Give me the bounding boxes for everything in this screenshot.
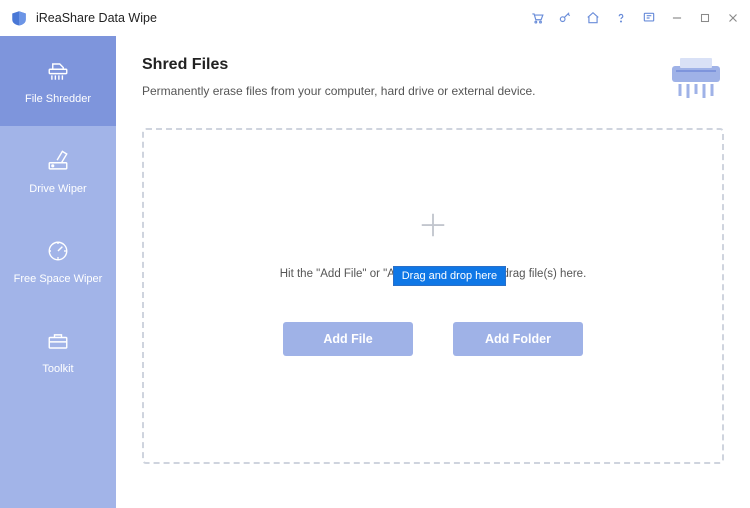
toolkit-icon: [44, 327, 72, 355]
add-file-button[interactable]: Add File: [283, 322, 413, 356]
add-folder-button[interactable]: Add Folder: [453, 322, 583, 356]
dropzone[interactable]: Hit the "Add File" or "Add Folder" butto…: [142, 128, 724, 464]
maximize-icon[interactable]: [698, 11, 712, 25]
header-row: Shred Files Permanently erase files from…: [142, 56, 724, 102]
sidebar-item-label: File Shredder: [25, 93, 91, 105]
app-logo-icon: [10, 9, 28, 27]
sidebar: File Shredder Drive Wiper Free Space Wip…: [0, 36, 116, 508]
close-icon[interactable]: [726, 11, 740, 25]
titlebar-right: [530, 11, 740, 25]
page-subtitle: Permanently erase files from your comput…: [142, 84, 536, 98]
minimize-icon[interactable]: [670, 11, 684, 25]
body: File Shredder Drive Wiper Free Space Wip…: [0, 36, 750, 508]
help-icon[interactable]: [614, 11, 628, 25]
plus-icon: [418, 210, 448, 240]
home-icon[interactable]: [586, 11, 600, 25]
main-panel: Shred Files Permanently erase files from…: [116, 36, 750, 508]
button-row: Add File Add Folder: [283, 322, 583, 356]
drive-wiper-icon: [44, 147, 72, 175]
sidebar-item-label: Toolkit: [42, 363, 73, 375]
page-title: Shred Files: [142, 56, 536, 74]
hint-row: Hit the "Add File" or "Add Folder" butto…: [280, 268, 587, 280]
shredder-icon: [44, 57, 72, 85]
sidebar-item-label: Free Space Wiper: [14, 273, 103, 285]
sidebar-item-toolkit[interactable]: Toolkit: [0, 306, 116, 396]
cart-icon[interactable]: [530, 11, 544, 25]
titlebar: iReaShare Data Wipe: [0, 0, 750, 36]
sidebar-item-file-shredder[interactable]: File Shredder: [0, 36, 116, 126]
titlebar-left: iReaShare Data Wipe: [10, 9, 157, 27]
key-icon[interactable]: [558, 11, 572, 25]
app-title: iReaShare Data Wipe: [36, 11, 157, 25]
header-text: Shred Files Permanently erase files from…: [142, 56, 536, 98]
free-space-icon: [44, 237, 72, 265]
sidebar-item-label: Drive Wiper: [29, 183, 86, 195]
sidebar-item-drive-wiper[interactable]: Drive Wiper: [0, 126, 116, 216]
drag-drop-tooltip: Drag and drop here: [393, 266, 506, 286]
shredder-graphic-icon: [668, 56, 724, 102]
sidebar-item-free-space-wiper[interactable]: Free Space Wiper: [0, 216, 116, 306]
feedback-icon[interactable]: [642, 11, 656, 25]
